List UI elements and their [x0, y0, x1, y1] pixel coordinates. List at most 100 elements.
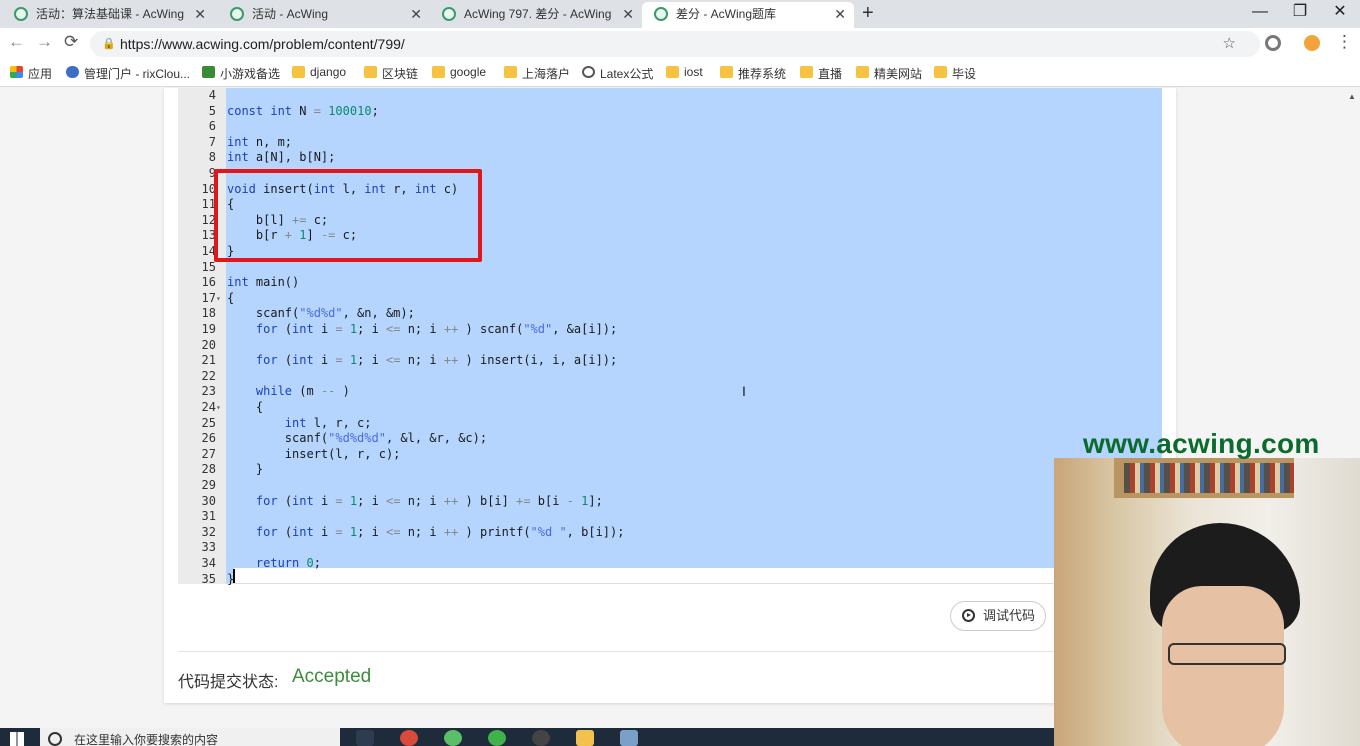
bookmark-label: 管理门户 - rixClou... [84, 67, 191, 81]
code-line: 25 int l, r, c; [178, 416, 1162, 432]
line-number: 24 [201, 400, 216, 414]
folder-icon [364, 66, 377, 78]
close-window-button[interactable]: ✕ [1320, 0, 1360, 24]
taskbar-search[interactable]: 在这里输入你要搜索的内容 [40, 728, 340, 746]
browser-tab[interactable]: AcWing 797. 差分 - AcWing ✕ [430, 2, 642, 28]
windows-start-icon[interactable] [10, 732, 24, 746]
acwing-favicon-icon [230, 7, 244, 21]
folder-icon [934, 66, 947, 78]
folder-icon[interactable] [576, 730, 594, 746]
tab-close-icon[interactable]: ✕ [834, 2, 846, 26]
bookmark-item[interactable]: 区块链 [364, 65, 418, 82]
profile-avatar[interactable] [1304, 35, 1320, 51]
tab-close-icon[interactable]: ✕ [194, 2, 206, 26]
code-text: return 0; [255, 556, 321, 570]
code-line: 21 for (int i = 1; i <= n; i ++ ) insert… [178, 353, 1162, 369]
code-line: 35} [178, 572, 1162, 588]
line-number: 18 [201, 306, 216, 321]
code-text: scanf("%d%d%d", &l, &r, &c); [227, 431, 488, 446]
tab-title: AcWing 797. 差分 - AcWing [464, 7, 612, 21]
books [1124, 463, 1294, 493]
fold-arrow-icon[interactable]: ▾ [216, 400, 221, 416]
code-line: 16 int main() [178, 275, 1162, 291]
webcam-video [1054, 458, 1360, 746]
bookmark-label: google [450, 65, 487, 79]
app-icon[interactable] [444, 730, 462, 746]
maximize-button[interactable]: ❐ [1280, 0, 1320, 24]
browser-tab[interactable]: 差分 - AcWing题库 ✕ [642, 2, 854, 28]
code-editor[interactable]: 4 5 const int N = 100010; 6 7 int n, m; 8 int a… [178, 88, 1162, 586]
watermark: www.acwing.com [1083, 428, 1320, 459]
browser-tab-bar: 活动：算法基础课 - AcWing ✕ 活动 - AcWing ✕ AcWing 797… [0, 0, 1360, 28]
address-bar[interactable]: 🔒 https://www.acwing.com/problem/content… [90, 31, 1260, 57]
task-view-icon[interactable] [356, 730, 374, 746]
folder-icon [504, 66, 517, 78]
bookmark-item[interactable]: Latex公式 [582, 65, 653, 82]
new-tab-button[interactable]: + [862, 0, 874, 26]
text-cursor [233, 569, 235, 583]
line-number: 29 [201, 478, 216, 492]
line-number: 35 [201, 571, 216, 586]
line-number: 20 [201, 337, 216, 352]
tab-close-icon[interactable]: ✕ [410, 2, 422, 26]
fold-arrow-icon[interactable]: ▾ [216, 291, 221, 307]
line-number: 25 [201, 415, 216, 430]
ibeam-cursor-icon: I [742, 383, 746, 399]
code-line: 8 int a[N], b[N]; [178, 150, 1162, 166]
submission-status-value: Accepted [292, 666, 372, 687]
bookmark-label: django [310, 65, 347, 79]
code-line: 28 } [178, 462, 1162, 478]
bookmark-item[interactable]: iost [666, 65, 703, 79]
taskbar-search-placeholder: 在这里输入你要搜索的内容 [74, 733, 219, 746]
line-number: 10 [201, 181, 216, 196]
bookmark-label: 应用 [28, 67, 53, 81]
minimize-button[interactable]: — [1240, 0, 1280, 24]
extension-icon[interactable] [1265, 35, 1281, 51]
code-line: 27 insert(l, r, c); [178, 447, 1162, 463]
bookmark-item[interactable]: 管理门户 - rixClou... [66, 65, 190, 82]
bookmark-item[interactable]: 直播 [800, 65, 842, 82]
line-number: 9 [208, 166, 216, 180]
apps-icon [10, 66, 23, 78]
forward-icon[interactable]: → [36, 32, 53, 52]
code-text: int n, m; [227, 134, 293, 149]
code-line: 23 while (m -- ) [178, 384, 1162, 400]
line-number: 34 [201, 556, 216, 570]
tab-close-icon[interactable]: ✕ [622, 2, 634, 26]
wechat-icon[interactable] [488, 730, 506, 746]
debug-code-button[interactable]: 调试代码 [950, 601, 1046, 631]
obs-icon[interactable] [532, 730, 550, 746]
folder-icon [292, 66, 305, 78]
back-icon[interactable]: ← [8, 32, 25, 52]
bookmark-item[interactable]: google [432, 65, 486, 79]
line-number: 31 [201, 509, 216, 524]
code-line: 29 [178, 478, 1162, 494]
bookmark-label: 直播 [818, 67, 843, 81]
reload-icon[interactable]: ⟳ [64, 32, 78, 52]
bookmark-item[interactable]: 推荐系统 [720, 65, 786, 82]
bookmark-item[interactable]: 应用 [10, 65, 52, 82]
divider [178, 651, 1162, 652]
scroll-up-icon[interactable]: ▲ [1348, 92, 1356, 101]
bookmark-item[interactable]: django [292, 65, 346, 79]
browser-tab[interactable]: 活动 - AcWing ✕ [218, 2, 430, 28]
bookmark-item[interactable]: 上海落户 [504, 65, 570, 82]
code-line: 30 for (int i = 1; i <= n; i ++ ) b[i] +… [178, 494, 1162, 510]
code-line: 18 scanf("%d%d", &n, &m); [178, 306, 1162, 322]
bookmark-star-icon[interactable]: ☆ [1223, 31, 1236, 57]
bookmark-item[interactable]: 小游戏备选 [202, 65, 280, 82]
code-text: while (m -- ) [255, 384, 350, 399]
menu-icon[interactable]: ⋮ [1336, 32, 1353, 52]
game-icon [202, 66, 215, 78]
app-icon-2[interactable] [620, 730, 638, 746]
line-number: 26 [201, 431, 216, 446]
line-number: 8 [208, 150, 216, 165]
line-number: 27 [201, 446, 216, 461]
bookmark-item[interactable]: 精美网站 [856, 65, 922, 82]
line-number: 5 [208, 103, 216, 118]
bookmark-label: Latex公式 [600, 67, 654, 81]
browser-tab[interactable]: 活动：算法基础课 - AcWing ✕ [2, 2, 214, 28]
chrome-icon[interactable] [400, 730, 418, 746]
bookmark-item[interactable]: 毕设 [934, 65, 976, 82]
lock-icon: 🔒 [102, 38, 116, 50]
